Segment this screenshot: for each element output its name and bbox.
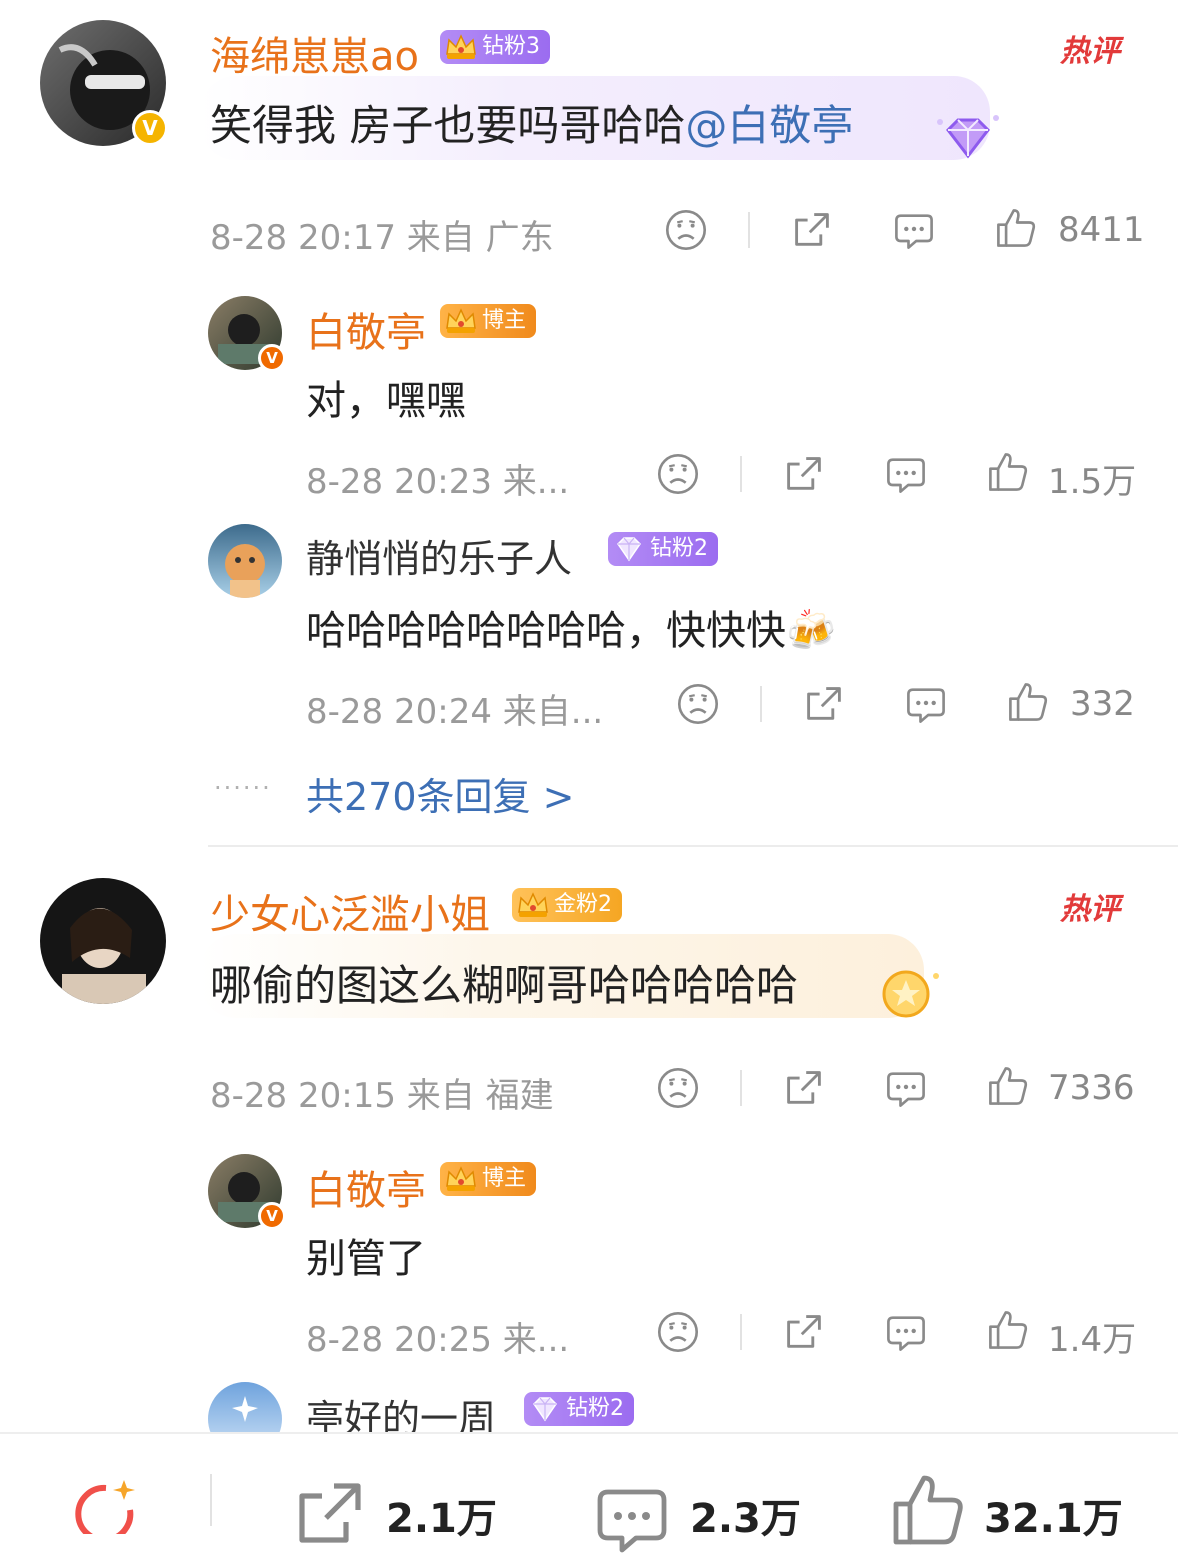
hot-comment-badge: 热评 (1060, 892, 1120, 927)
diamond-fan-icon (937, 115, 999, 159)
dislike-icon[interactable] (676, 682, 720, 726)
username[interactable]: 海绵崽崽ao (210, 24, 419, 82)
reply-meta: 8-28 20:23 来... (306, 462, 570, 502)
fan-badge: 金粉2 (512, 888, 622, 922)
avatar[interactable] (40, 878, 166, 1004)
dislike-icon[interactable] (664, 208, 708, 252)
bottom-bar: 2.1万 2.3万 32.1万 (0, 1432, 1178, 1526)
share-icon[interactable] (290, 1474, 370, 1554)
reply-body: 哈哈哈哈哈哈哈哈，快快快 (306, 608, 786, 654)
comment-icon[interactable] (892, 208, 936, 252)
blogger-badge-label: 博主 (482, 1166, 527, 1191)
comment-icon[interactable] (884, 452, 928, 496)
comment-icon[interactable] (884, 1310, 928, 1354)
username[interactable]: 白敬亭 (306, 300, 426, 358)
like-count: 8411 (1058, 210, 1145, 250)
fan-badge-label: 钻粉2 (650, 536, 708, 561)
divider (748, 212, 750, 248)
verified-icon: V (258, 1202, 286, 1230)
diamond-icon (612, 532, 646, 566)
like-count: 32.1万 (984, 1496, 1123, 1542)
like-count: 1.4万 (1048, 1320, 1137, 1360)
dislike-icon[interactable] (656, 1310, 700, 1354)
beer-emoji: 🍻 (786, 608, 836, 654)
share-count: 2.1万 (386, 1496, 497, 1542)
reply-text: 别管了 (306, 1236, 426, 1282)
comment-divider (208, 845, 1178, 847)
divider (210, 1474, 212, 1526)
like-icon[interactable] (986, 1064, 1030, 1108)
verified-icon: V (132, 110, 168, 146)
like-count: 332 (1070, 684, 1135, 724)
like-icon[interactable] (888, 1470, 968, 1550)
comment-icon[interactable] (884, 1066, 928, 1110)
comment-count: 2.3万 (690, 1496, 801, 1542)
like-count: 7336 (1048, 1068, 1135, 1108)
fan-badge: 钻粉3 (440, 30, 550, 64)
avatar-image (225, 544, 265, 598)
fan-badge: 钻粉2 (608, 532, 718, 566)
comment-body: 笑得我 房子也要吗哥哈哈 (210, 101, 686, 150)
mention-link[interactable]: @白敬亭 (685, 101, 853, 150)
comment-icon[interactable] (592, 1478, 672, 1558)
blogger-badge: 博主 (440, 1162, 537, 1196)
reply-text: 对，嘿嘿 (306, 378, 466, 424)
comment-text: 笑得我 房子也要吗哥哈哈@白敬亭 (210, 92, 853, 153)
hot-comment-badge: 热评 (1060, 34, 1120, 69)
comment-text: 哪偷的图这么糊啊哥哈哈哈哈哈 (210, 961, 799, 1010)
like-count: 1.5万 (1048, 462, 1137, 502)
blogger-badge-label: 博主 (482, 308, 527, 333)
like-icon[interactable] (994, 206, 1038, 250)
diamond-icon (528, 1392, 562, 1426)
fan-badge-label: 钻粉2 (566, 1396, 624, 1421)
divider (740, 456, 742, 492)
like-icon[interactable] (1006, 680, 1050, 724)
divider (740, 1070, 742, 1106)
fan-badge-label: 金粉2 (554, 892, 612, 917)
comment-icon[interactable] (904, 682, 948, 726)
fan-badge: 钻粉2 (524, 1392, 634, 1426)
avatar[interactable] (208, 524, 282, 598)
comment-meta: 8-28 20:17 来自 广东 (210, 218, 554, 258)
reply-text: 哈哈哈哈哈哈哈哈，快快快🍻 (306, 598, 836, 656)
comment-meta: 8-28 20:15 来自 福建 (210, 1076, 554, 1116)
crown-icon (444, 30, 478, 64)
username[interactable]: 白敬亭 (306, 1158, 426, 1216)
like-icon[interactable] (986, 450, 1030, 494)
share-icon[interactable] (782, 452, 826, 496)
share-icon[interactable] (782, 1066, 826, 1110)
divider (740, 1314, 742, 1350)
share-icon[interactable] (802, 682, 846, 726)
verified-icon: V (258, 344, 286, 372)
fan-badge-label: 钻粉3 (482, 34, 540, 59)
dots-divider: ······ (214, 774, 272, 802)
reply-meta: 8-28 20:24 来自... (306, 692, 604, 732)
refresh-icon[interactable] (66, 1474, 146, 1534)
share-icon[interactable] (782, 1310, 826, 1354)
like-icon[interactable] (986, 1308, 1030, 1352)
avatar-image (62, 908, 146, 1004)
username[interactable]: 少女心泛滥小姐 (210, 882, 490, 940)
view-all-replies-link[interactable]: 共270条回复 > (306, 766, 574, 821)
username[interactable]: 静悄悄的乐子人 (306, 528, 572, 583)
crown-icon (444, 1162, 478, 1196)
crown-icon (444, 304, 478, 338)
blogger-badge: 博主 (440, 304, 537, 338)
crown-icon (516, 888, 550, 922)
dislike-icon[interactable] (656, 1066, 700, 1110)
dislike-icon[interactable] (656, 452, 700, 496)
share-icon[interactable] (790, 208, 834, 252)
divider (760, 686, 762, 722)
gold-fan-icon (882, 970, 939, 1018)
reply-meta: 8-28 20:25 来... (306, 1320, 570, 1360)
